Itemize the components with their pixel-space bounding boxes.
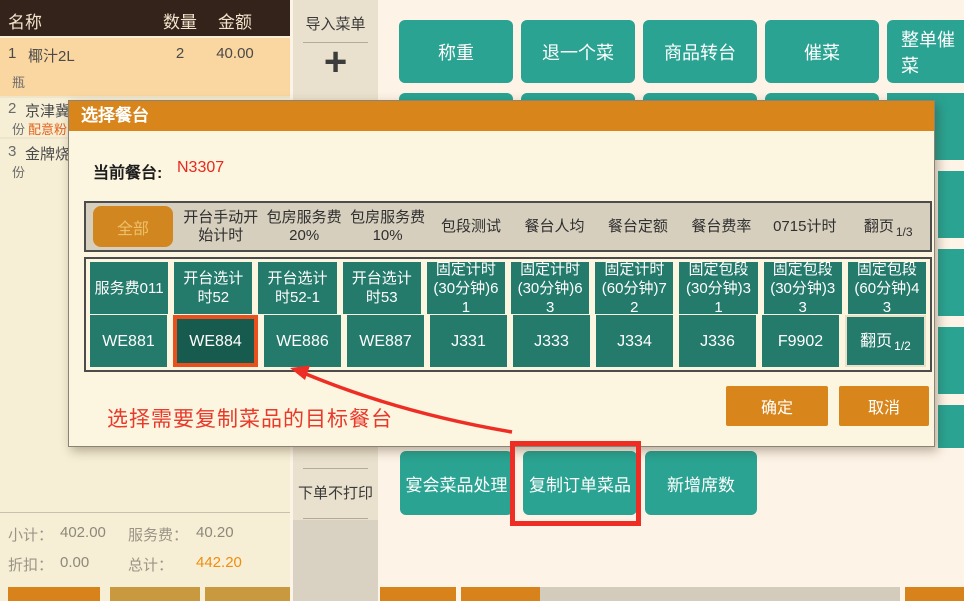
table-button[interactable]: J336 [679,315,756,367]
table-category-tabbar: 全部 开台手动开始计时 包房服务费20% 包房服务费10% 包段测试 餐台人均 … [84,201,932,252]
bottom-bar-button[interactable] [8,587,100,601]
discount-label: 折扣： [8,554,53,575]
no-print-button[interactable]: 下单不打印 [293,482,378,503]
table-button-selected[interactable]: WE884 [173,315,258,367]
row2-unit: 份 [12,119,25,138]
bottom-bar-button[interactable] [461,587,540,601]
current-table-label: 当前餐台: [93,159,162,183]
return-dish-button[interactable]: 退一个菜 [521,20,635,83]
table-button[interactable]: 开台选计时53 [343,262,421,314]
grid-page-turn-button[interactable]: 翻页1/2 [845,315,926,367]
row1-unit: 瓶 [12,72,25,91]
covered-button[interactable] [938,327,964,394]
bottom-bar-button[interactable] [905,587,964,601]
row1-no: 1 [8,45,16,62]
confirm-button[interactable]: 确定 [726,386,828,426]
select-table-dialog: 选择餐台 当前餐台: N3307 全部 开台手动开始计时 包房服务费20% 包房… [68,100,935,447]
covered-button[interactable] [938,249,964,316]
middle-menu-footer [293,520,378,601]
table-button[interactable]: 固定包段(30分钟)31 [679,262,757,314]
table-grid-row1: 服务费011 开台选计时52 开台选计时52-1 开台选计时53 固定计时(30… [90,262,926,314]
table-button[interactable]: 固定计时(30分钟)63 [511,262,589,314]
discount-value: 0.00 [60,554,89,571]
table-button[interactable]: 固定包段(30分钟)33 [764,262,842,314]
import-menu-button[interactable]: 导入菜单 [293,13,378,34]
row2-name[interactable]: 京津冀 [25,100,70,121]
cancel-button[interactable]: 取消 [839,386,929,426]
service-label: 服务费： [128,524,188,545]
tab-page-label: 翻页 [864,218,894,235]
table-button[interactable]: 开台选计时52 [174,262,252,314]
table-button[interactable]: 固定计时(30分钟)61 [427,262,505,314]
covered-button[interactable] [938,171,964,238]
order-list-header: 名称 数量 金额 [0,0,290,36]
table-button[interactable]: F9902 [762,315,839,367]
pos-screen: 名称 数量 金额 1 椰汁2L 2 40.00 瓶 2 京津冀 份 配意粉 3 … [0,0,964,601]
table-grid-row2: WE881 WE884 WE886 WE887 J331 J333 J334 J… [90,315,926,367]
row3-name[interactable]: 金牌烧 [25,143,70,164]
transfer-item-button[interactable]: 商品转台 [643,20,757,83]
current-table-value: N3307 [177,159,224,177]
menu-divider [303,518,368,519]
tab-room-service-10[interactable]: 包房服务费10% [346,209,429,245]
dialog-title: 选择餐台 [69,101,934,131]
row1-name: 椰汁2L [28,45,75,66]
row1-qty: 2 [155,45,205,62]
table-button[interactable]: 固定包段(60分钟)43 [848,262,926,314]
row2-note: 配意粉 [28,119,67,138]
row3-no: 3 [8,143,16,160]
tab-table-rate[interactable]: 餐台费率 [680,218,763,236]
col-amount: 金额 [205,8,265,33]
total-value: 442.20 [196,554,242,571]
table-button[interactable]: J334 [596,315,673,367]
total-label: 总计： [128,554,173,575]
tab-fixed-quota[interactable]: 餐台定额 [596,218,679,236]
covered-button[interactable] [938,405,964,448]
weigh-button[interactable]: 称重 [399,20,513,83]
banquet-dishes-button[interactable]: 宴会菜品处理 [400,451,513,515]
table-button[interactable]: WE881 [90,315,167,367]
tab-0715-timing[interactable]: 0715计时 [763,218,846,236]
grid-page-number: 1/2 [894,337,911,356]
table-grid: 服务费011 开台选计时52 开台选计时52-1 开台选计时53 固定计时(30… [84,257,932,372]
tab-manual-timing[interactable]: 开台手动开始计时 [179,209,262,245]
tab-all[interactable]: 全部 [93,206,173,247]
bottom-bar-button[interactable] [205,587,290,601]
tab-page-turn[interactable]: 翻页1/3 [847,218,930,236]
grid-page-label: 翻页 [860,332,892,351]
row-separator [0,96,290,98]
table-button[interactable]: WE886 [264,315,341,367]
table-button[interactable]: 开台选计时52-1 [258,262,336,314]
service-value: 40.20 [196,524,234,541]
row2-no: 2 [8,100,16,117]
col-qty: 数量 [155,8,205,33]
table-button[interactable]: J333 [513,315,590,367]
menu-divider [303,468,368,469]
rush-dish-button[interactable]: 催菜 [765,20,879,83]
add-seats-button[interactable]: 新增席数 [645,451,757,515]
table-button[interactable]: WE887 [347,315,424,367]
col-name: 名称 [8,8,42,33]
table-button[interactable]: 固定计时(60分钟)72 [595,262,673,314]
bottom-bar-button[interactable] [380,587,456,601]
tab-segment-test[interactable]: 包段测试 [429,218,512,236]
table-button[interactable]: J331 [430,315,507,367]
table-button[interactable]: 服务费011 [90,262,168,314]
subtotal-label: 小计： [8,524,53,545]
summary-divider [0,512,290,513]
tab-room-service-20[interactable]: 包房服务费20% [262,209,345,245]
bottom-bar-button[interactable] [110,587,200,601]
row3-unit: 份 [12,162,25,181]
add-item-button[interactable]: + [293,40,378,85]
tab-page-number: 1/3 [896,225,913,239]
subtotal-value: 402.00 [60,524,106,541]
row1-amount: 40.00 [205,45,265,62]
highlight-box-copy-order [510,441,641,526]
bottom-bar-panel [540,587,900,601]
annotation-text: 选择需要复制菜品的目标餐台 [107,403,393,433]
rush-order-button[interactable]: 整单催菜 [887,20,964,83]
tab-per-capita[interactable]: 餐台人均 [513,218,596,236]
